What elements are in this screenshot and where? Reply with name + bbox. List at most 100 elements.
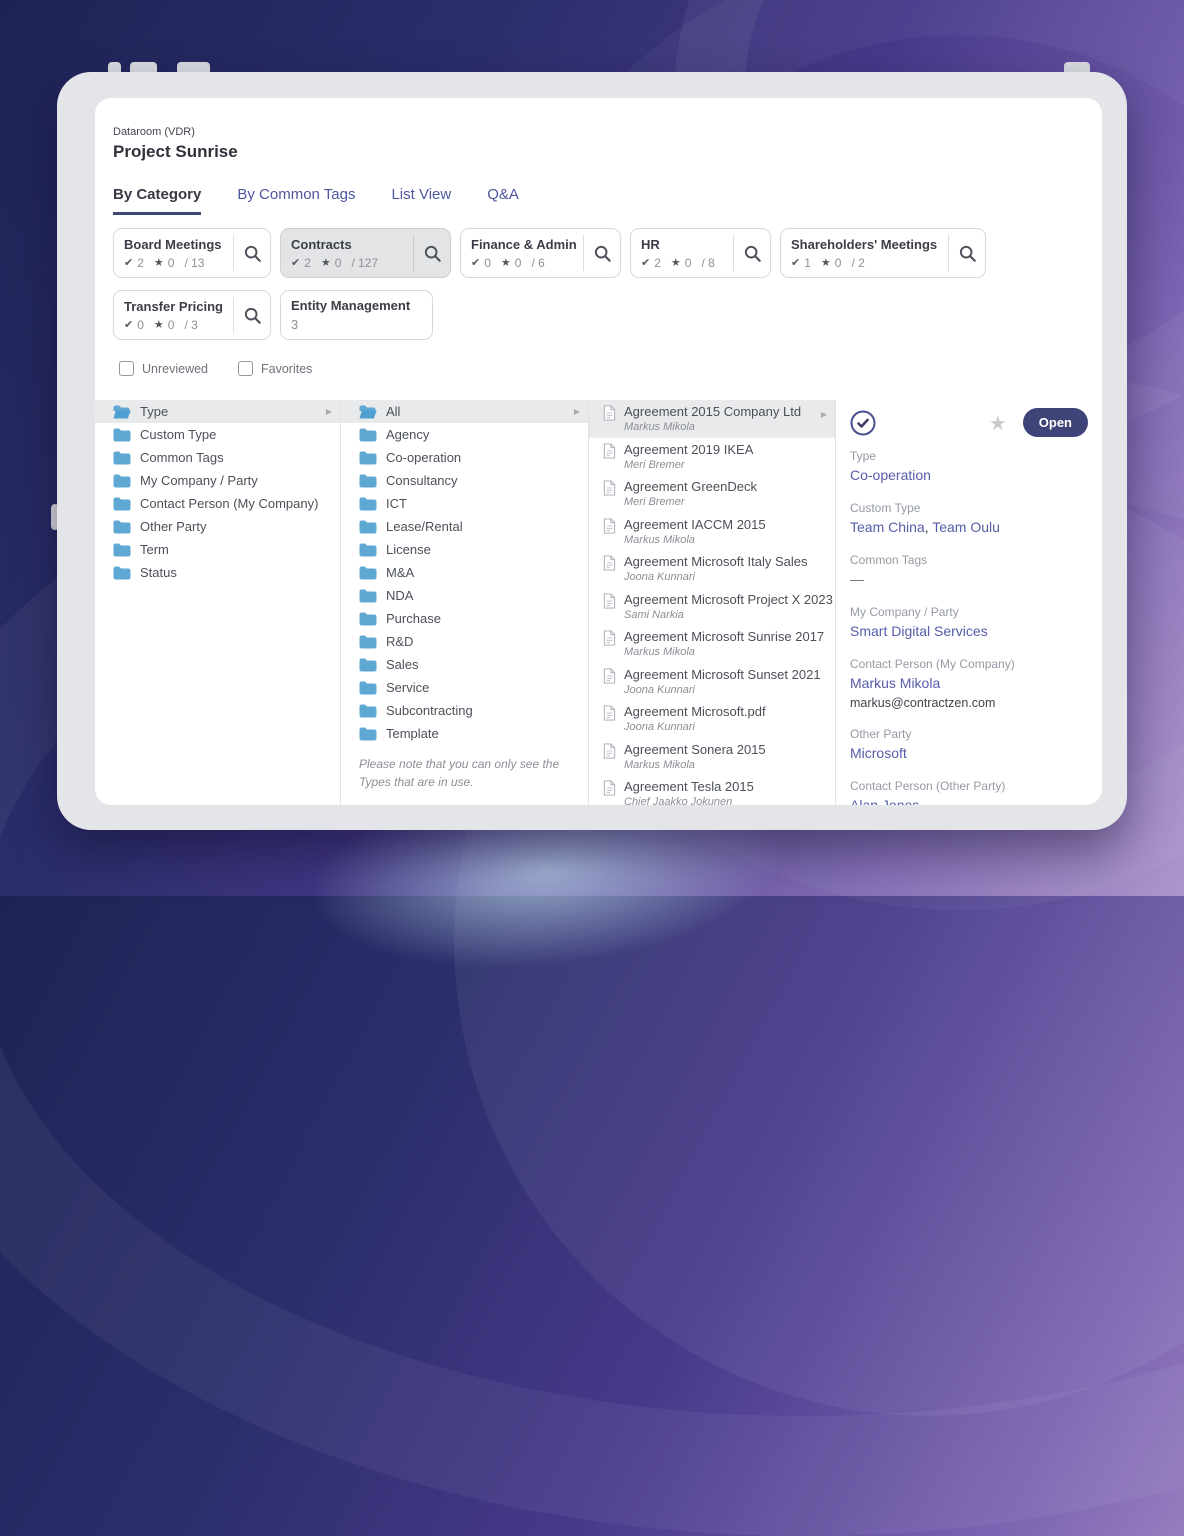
type-folder-row[interactable]: Service ▶ bbox=[341, 676, 588, 699]
tab[interactable]: By Common Tags bbox=[237, 186, 355, 215]
filter-checkbox[interactable] bbox=[238, 361, 254, 376]
folder-label: R&D bbox=[386, 634, 414, 649]
open-folder-icon bbox=[113, 405, 131, 418]
category-card[interactable]: Board Meetings ✔ 2 ★ 0 / 13 bbox=[113, 228, 271, 278]
document-row[interactable]: Agreement IACCM 2015 Markus Mikola ▶ bbox=[589, 513, 835, 551]
type-folder-row[interactable]: Sales ▶ bbox=[341, 653, 588, 676]
document-text: Agreement Tesla 2015 Chief Jaakko Jokune… bbox=[624, 779, 754, 805]
detail-link[interactable]: Team China bbox=[850, 519, 925, 535]
folder-icon bbox=[113, 520, 131, 533]
facet-folder-row[interactable]: Status ▶ bbox=[95, 561, 340, 584]
check-icon: ✔ bbox=[124, 256, 134, 269]
type-folder-row[interactable]: All ▶ bbox=[341, 400, 588, 423]
tablet-frame: Dataroom (VDR) Project Sunrise By Catego… bbox=[57, 72, 1127, 830]
document-icon bbox=[603, 442, 616, 459]
document-row[interactable]: Agreement 2019 IKEA Meri Bremer ▶ bbox=[589, 438, 835, 476]
detail-field-value: Co-operation bbox=[850, 466, 1088, 484]
type-folder-row[interactable]: Subcontracting ▶ bbox=[341, 699, 588, 722]
category-card[interactable]: Finance & Admin ✔ 0 ★ 0 / 6 bbox=[460, 228, 621, 278]
type-folder-row[interactable]: Agency ▶ bbox=[341, 423, 588, 446]
detail-link[interactable]: Smart Digital Services bbox=[850, 623, 988, 639]
type-folder-row[interactable]: Lease/Rental ▶ bbox=[341, 515, 588, 538]
category-card[interactable]: Entity Management ✔ ★ 3 bbox=[280, 290, 433, 340]
document-row[interactable]: Agreement Microsoft Sunset 2021 Joona Ku… bbox=[589, 663, 835, 701]
category-search-button[interactable] bbox=[234, 291, 270, 339]
favorite-count: 0 bbox=[334, 255, 342, 270]
document-row[interactable]: Agreement GreenDeck Meri Bremer ▶ bbox=[589, 475, 835, 513]
detail-field-label: My Company / Party bbox=[850, 605, 959, 619]
document-row[interactable]: Agreement 2015 Company Ltd Markus Mikola… bbox=[589, 400, 835, 438]
detail-link[interactable]: Microsoft bbox=[850, 745, 907, 761]
facet-folder-row[interactable]: Type ▶ bbox=[95, 400, 340, 423]
document-row[interactable]: Agreement Microsoft Italy Sales Joona Ku… bbox=[589, 550, 835, 588]
category-search-button[interactable] bbox=[584, 229, 620, 277]
folder-label: Type bbox=[140, 404, 169, 419]
type-folder-row[interactable]: M&A ▶ bbox=[341, 561, 588, 584]
category-search-button[interactable] bbox=[734, 229, 770, 277]
category-name: Entity Management bbox=[291, 298, 411, 313]
open-button[interactable]: Open bbox=[1022, 408, 1088, 437]
facet-folder-row[interactable]: Contact Person (My Company) ▶ bbox=[95, 492, 340, 515]
folder-icon bbox=[359, 635, 377, 648]
document-row[interactable]: Agreement Microsoft.pdf Joona Kunnari ▶ bbox=[589, 700, 835, 738]
tab[interactable]: List View bbox=[391, 186, 451, 215]
detail-link[interactable]: Markus Mikola bbox=[850, 675, 940, 691]
document-row[interactable]: Agreement Sonera 2015 Markus Mikola ▶ bbox=[589, 738, 835, 776]
facet-folder-row[interactable]: My Company / Party ▶ bbox=[95, 469, 340, 492]
category-card[interactable]: Contracts ✔ 2 ★ 0 / 127 bbox=[280, 228, 451, 278]
document-text: Agreement Microsoft Sunrise 2017 Markus … bbox=[624, 629, 824, 659]
total-count: / 2 bbox=[851, 255, 865, 270]
category-name: Contracts bbox=[291, 236, 352, 252]
facet-folder-row[interactable]: Custom Type ▶ bbox=[95, 423, 340, 446]
folder-icon bbox=[113, 497, 131, 510]
category-stats: ✔ 1 ★ 0 / 2 bbox=[791, 256, 938, 270]
type-folder-row[interactable]: R&D ▶ bbox=[341, 630, 588, 653]
folder-icon bbox=[359, 543, 377, 556]
detail-link[interactable]: Co-operation bbox=[850, 467, 931, 483]
facet-folder-row[interactable]: Term ▶ bbox=[95, 538, 340, 561]
type-folder-row[interactable]: NDA ▶ bbox=[341, 584, 588, 607]
tab[interactable]: Q&A bbox=[487, 186, 519, 215]
facet-folder-row[interactable]: Common Tags ▶ bbox=[95, 446, 340, 469]
facet-folder-row[interactable]: Other Party ▶ bbox=[95, 515, 340, 538]
type-folder-row[interactable]: Purchase ▶ bbox=[341, 607, 588, 630]
favorite-star-icon[interactable]: ★ bbox=[989, 411, 1007, 435]
document-icon bbox=[603, 630, 616, 646]
reviewed-count: 1 bbox=[804, 255, 811, 270]
detail-link[interactable]: Alan Jones bbox=[850, 797, 919, 805]
type-folder-row[interactable]: Co-operation ▶ bbox=[341, 446, 588, 469]
folder-label: All bbox=[386, 404, 401, 419]
category-card[interactable]: Shareholders' Meetings ✔ 1 ★ 0 / 2 bbox=[780, 228, 986, 278]
folder-icon bbox=[359, 474, 377, 487]
document-row[interactable]: Agreement Microsoft Project X 2023 Sami … bbox=[589, 588, 835, 626]
detail-link[interactable]: Team Oulu bbox=[932, 519, 1000, 535]
type-folder-row[interactable]: License ▶ bbox=[341, 538, 588, 561]
reviewed-count: 2 bbox=[304, 255, 311, 270]
tab[interactable]: By Category bbox=[113, 186, 202, 215]
category-card-side bbox=[948, 229, 985, 277]
category-card[interactable]: HR ✔ 2 ★ 0 / 8 bbox=[630, 228, 771, 278]
folder-label: Purchase bbox=[386, 611, 441, 626]
folder-label: Co-operation bbox=[386, 450, 462, 465]
category-card-side bbox=[733, 229, 770, 277]
document-row[interactable]: Agreement Tesla 2015 Chief Jaakko Jokune… bbox=[589, 775, 835, 805]
category-card[interactable]: Transfer Pricing ✔ 0 ★ 0 / 3 bbox=[113, 290, 271, 340]
type-folder-row[interactable]: ICT ▶ bbox=[341, 492, 588, 515]
category-search-button[interactable] bbox=[234, 229, 270, 277]
document-column: Agreement 2015 Company Ltd Markus Mikola… bbox=[588, 400, 835, 805]
detail-field-value: — bbox=[850, 571, 864, 587]
document-row[interactable]: Agreement Microsoft Sunrise 2017 Markus … bbox=[589, 625, 835, 663]
category-search-button[interactable] bbox=[414, 229, 450, 277]
detail-field-value: Team China, Team Oulu bbox=[850, 519, 1000, 535]
type-folder-row[interactable]: Template ▶ bbox=[341, 722, 588, 745]
folder-icon bbox=[359, 658, 377, 671]
reviewed-check-icon[interactable] bbox=[850, 410, 876, 436]
folder-label: Agency bbox=[386, 427, 430, 442]
detail-fields: Type Co-operation Custom Type Team China… bbox=[850, 449, 1088, 805]
category-stats: ✔ 0 ★ 0 / 3 bbox=[124, 318, 223, 332]
category-search-button[interactable] bbox=[949, 229, 985, 277]
document-author: Markus Mikola bbox=[624, 758, 695, 771]
document-title: Agreement Microsoft Italy Sales bbox=[624, 554, 808, 569]
filter-checkbox[interactable] bbox=[119, 361, 134, 376]
type-folder-row[interactable]: Consultancy ▶ bbox=[341, 469, 588, 492]
